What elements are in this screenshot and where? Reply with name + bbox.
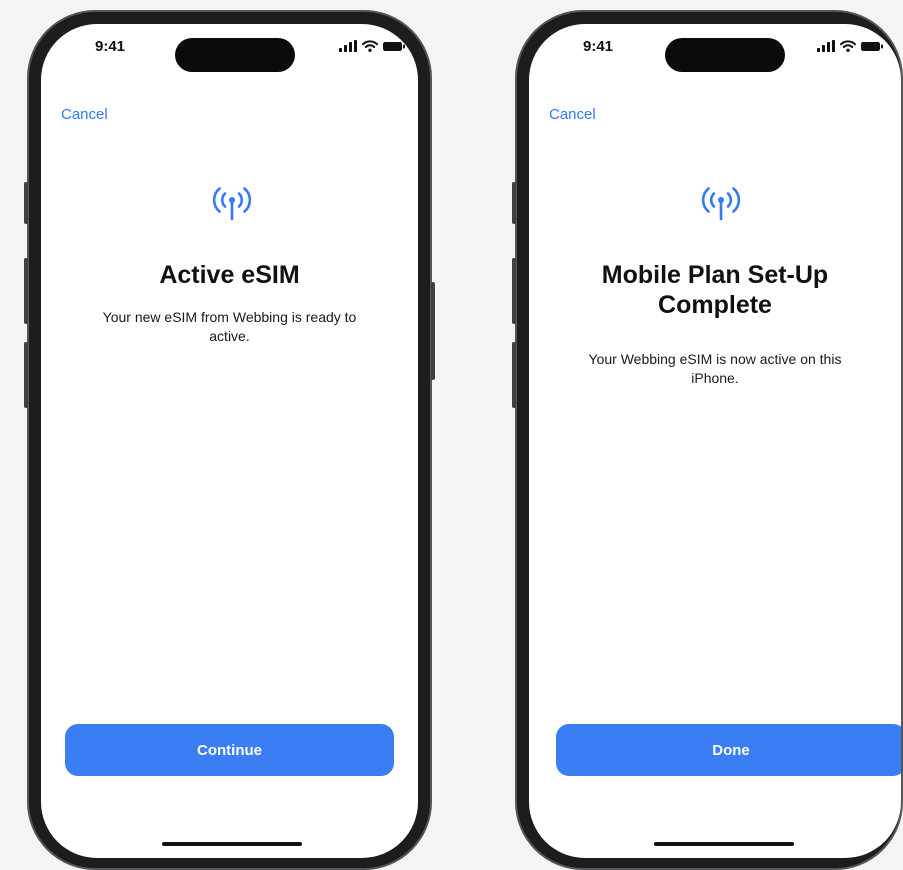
cancel-link[interactable]: Cancel — [549, 106, 596, 123]
status-time: 9:41 — [583, 38, 614, 55]
home-indicator — [654, 842, 794, 846]
phone-mockup-activate: 9:41 Cancel Active eSIM Your new eSIM fr… — [24, 10, 435, 870]
dynamic-island — [175, 38, 295, 72]
wifi-icon — [840, 40, 856, 52]
page-title: Active eSIM — [159, 261, 300, 289]
done-button[interactable]: Done — [556, 724, 901, 776]
status-icons — [339, 40, 405, 52]
status-icons — [817, 40, 883, 52]
antenna-icon — [212, 187, 252, 221]
phone-mockup-complete: 9:41 Cancel Mobile Plan Set-Up Complete … — [512, 10, 903, 870]
battery-icon — [861, 41, 883, 51]
wifi-icon — [362, 40, 378, 52]
page-description: Your new eSIM from Webbing is ready to a… — [102, 309, 357, 344]
continue-button[interactable]: Continue — [65, 724, 394, 776]
phone-screen: 9:41 Cancel — [41, 24, 418, 858]
cellular-signal-icon — [339, 40, 357, 52]
cellular-signal-icon — [817, 40, 835, 52]
status-time: 9:41 — [95, 38, 126, 55]
volume-down-button — [24, 342, 28, 408]
volume-up-button — [24, 258, 28, 324]
status-bar: 9:41 — [529, 24, 901, 84]
cancel-link[interactable]: Cancel — [61, 106, 108, 123]
antenna-icon — [701, 187, 741, 221]
action-button — [512, 182, 516, 224]
page-title: Mobile Plan Set-Up Complete — [601, 261, 829, 319]
power-button — [431, 282, 435, 380]
home-indicator — [162, 842, 302, 846]
volume-down-button — [512, 342, 516, 408]
dynamic-island — [665, 38, 785, 72]
phone-screen: 9:41 Cancel — [529, 24, 901, 858]
action-button — [24, 182, 28, 224]
status-bar: 9:41 — [41, 24, 418, 84]
page-description: Your Webbing eSIM is now active on this … — [588, 351, 842, 386]
battery-icon — [383, 41, 405, 51]
volume-up-button — [512, 258, 516, 324]
